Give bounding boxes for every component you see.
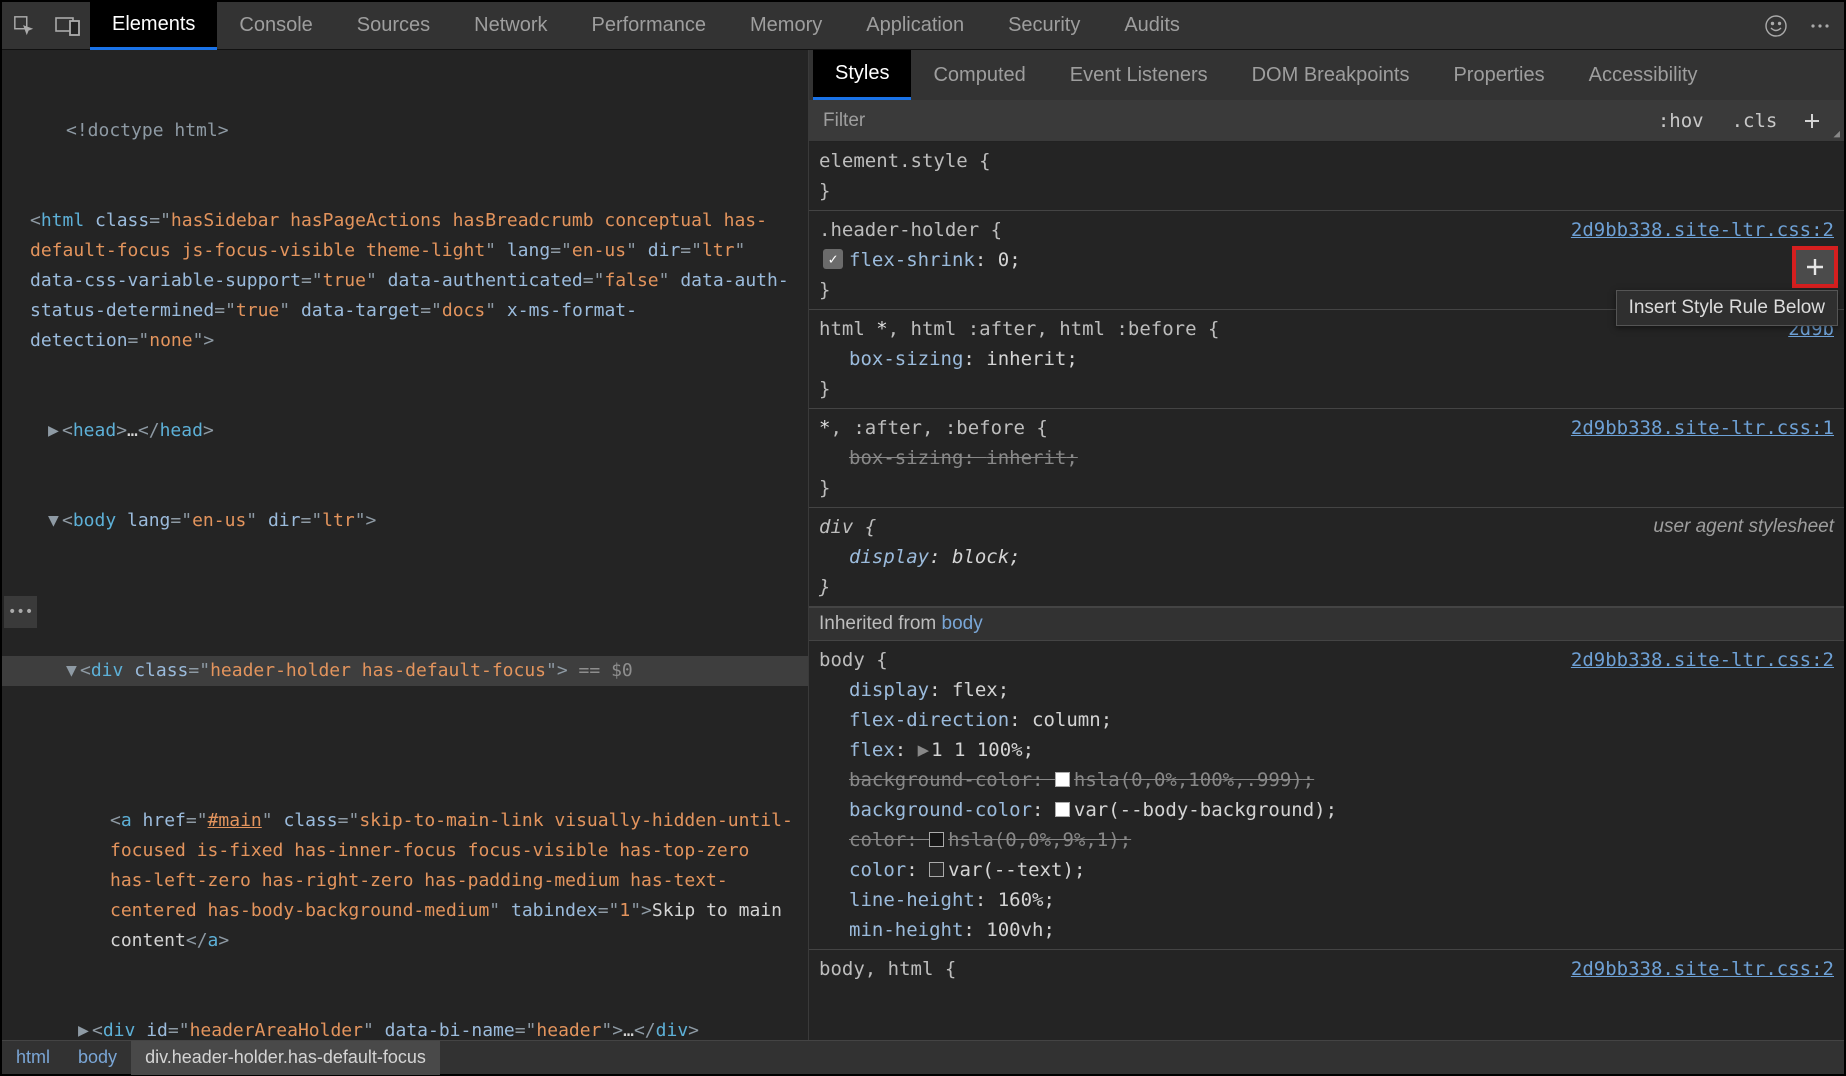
tab-application[interactable]: Application bbox=[844, 2, 986, 50]
source-link[interactable]: 2d9bb338.site-ltr.css:1 bbox=[1571, 413, 1834, 443]
crumb-div-header-holder[interactable]: div.header-holder.has-default-focus bbox=[131, 1041, 440, 1075]
dom-breadcrumbs: html body div.header-holder.has-default-… bbox=[2, 1040, 1844, 1074]
rule-ua-div[interactable]: user agent stylesheet div { display: blo… bbox=[809, 508, 1844, 607]
insert-style-rule-button[interactable] bbox=[1792, 246, 1838, 288]
devtools-top-tabs: Elements Console Sources Network Perform… bbox=[2, 2, 1844, 50]
inherited-from-separator: Inherited from body bbox=[809, 607, 1844, 641]
cls-toggle[interactable]: .cls bbox=[1718, 110, 1792, 132]
rule-body-html[interactable]: 2d9bb338.site-ltr.css:2 body, html { bbox=[809, 950, 1844, 988]
crumb-body[interactable]: body bbox=[64, 1041, 131, 1075]
styles-pane: Styles Computed Event Listeners DOM Brea… bbox=[808, 50, 1844, 1040]
more-icon[interactable] bbox=[1798, 2, 1842, 50]
tab-performance[interactable]: Performance bbox=[570, 2, 729, 50]
tab-properties[interactable]: Properties bbox=[1431, 50, 1566, 100]
device-toggle-icon[interactable] bbox=[46, 2, 90, 50]
crumb-html[interactable]: html bbox=[2, 1041, 64, 1075]
rule-body[interactable]: 2d9bb338.site-ltr.css:2 body { display: … bbox=[809, 641, 1844, 950]
tab-audits[interactable]: Audits bbox=[1102, 2, 1202, 50]
color-swatch[interactable] bbox=[929, 832, 944, 847]
elements-dom-tree: <!doctype html> <html class="hasSidebar … bbox=[2, 50, 808, 1040]
tab-sources[interactable]: Sources bbox=[335, 2, 452, 50]
styles-filter-bar: :hov .cls ◢ bbox=[809, 100, 1844, 142]
color-swatch[interactable] bbox=[929, 862, 944, 877]
hov-toggle[interactable]: :hov bbox=[1644, 110, 1718, 132]
tab-styles[interactable]: Styles bbox=[813, 50, 911, 100]
tab-elements[interactable]: Elements bbox=[90, 2, 217, 50]
decl-checkbox[interactable]: ✓ bbox=[823, 249, 843, 269]
rule-star[interactable]: 2d9bb338.site-ltr.css:1 *, :after, :befo… bbox=[809, 409, 1844, 508]
tab-dom-breakpoints[interactable]: DOM Breakpoints bbox=[1230, 50, 1432, 100]
new-rule-icon[interactable] bbox=[1791, 100, 1833, 142]
styles-filter-input[interactable] bbox=[809, 110, 1644, 132]
tab-accessibility[interactable]: Accessibility bbox=[1567, 50, 1720, 100]
insert-rule-tooltip: Insert Style Rule Below bbox=[1616, 290, 1838, 326]
tab-console[interactable]: Console bbox=[217, 2, 334, 50]
inspect-icon[interactable] bbox=[2, 2, 46, 50]
corner-resize-icon: ◢ bbox=[1833, 127, 1844, 141]
gutter-ellipsis-icon: ••• bbox=[4, 596, 37, 628]
color-swatch[interactable] bbox=[1055, 772, 1070, 787]
tab-network[interactable]: Network bbox=[452, 2, 569, 50]
styles-sub-tabs: Styles Computed Event Listeners DOM Brea… bbox=[809, 50, 1844, 100]
tab-event-listeners[interactable]: Event Listeners bbox=[1048, 50, 1230, 100]
element-style-rule[interactable]: element.style { } bbox=[809, 142, 1844, 211]
source-link[interactable]: 2d9bb338.site-ltr.css:2 bbox=[1571, 954, 1834, 984]
tab-security[interactable]: Security bbox=[986, 2, 1102, 50]
tab-computed[interactable]: Computed bbox=[911, 50, 1047, 100]
tab-memory[interactable]: Memory bbox=[728, 2, 844, 50]
source-link[interactable]: 2d9bb338.site-ltr.css:2 bbox=[1571, 215, 1834, 245]
source-link[interactable]: 2d9bb338.site-ltr.css:2 bbox=[1571, 645, 1834, 675]
dom-tree-body[interactable]: <!doctype html> <html class="hasSidebar … bbox=[2, 50, 808, 1040]
color-swatch[interactable] bbox=[1055, 802, 1070, 817]
doctype-node[interactable]: <!doctype html> bbox=[66, 120, 229, 141]
selected-dom-node[interactable]: ▼<div class="header-holder has-default-f… bbox=[2, 656, 808, 686]
feedback-icon[interactable] bbox=[1754, 2, 1798, 50]
